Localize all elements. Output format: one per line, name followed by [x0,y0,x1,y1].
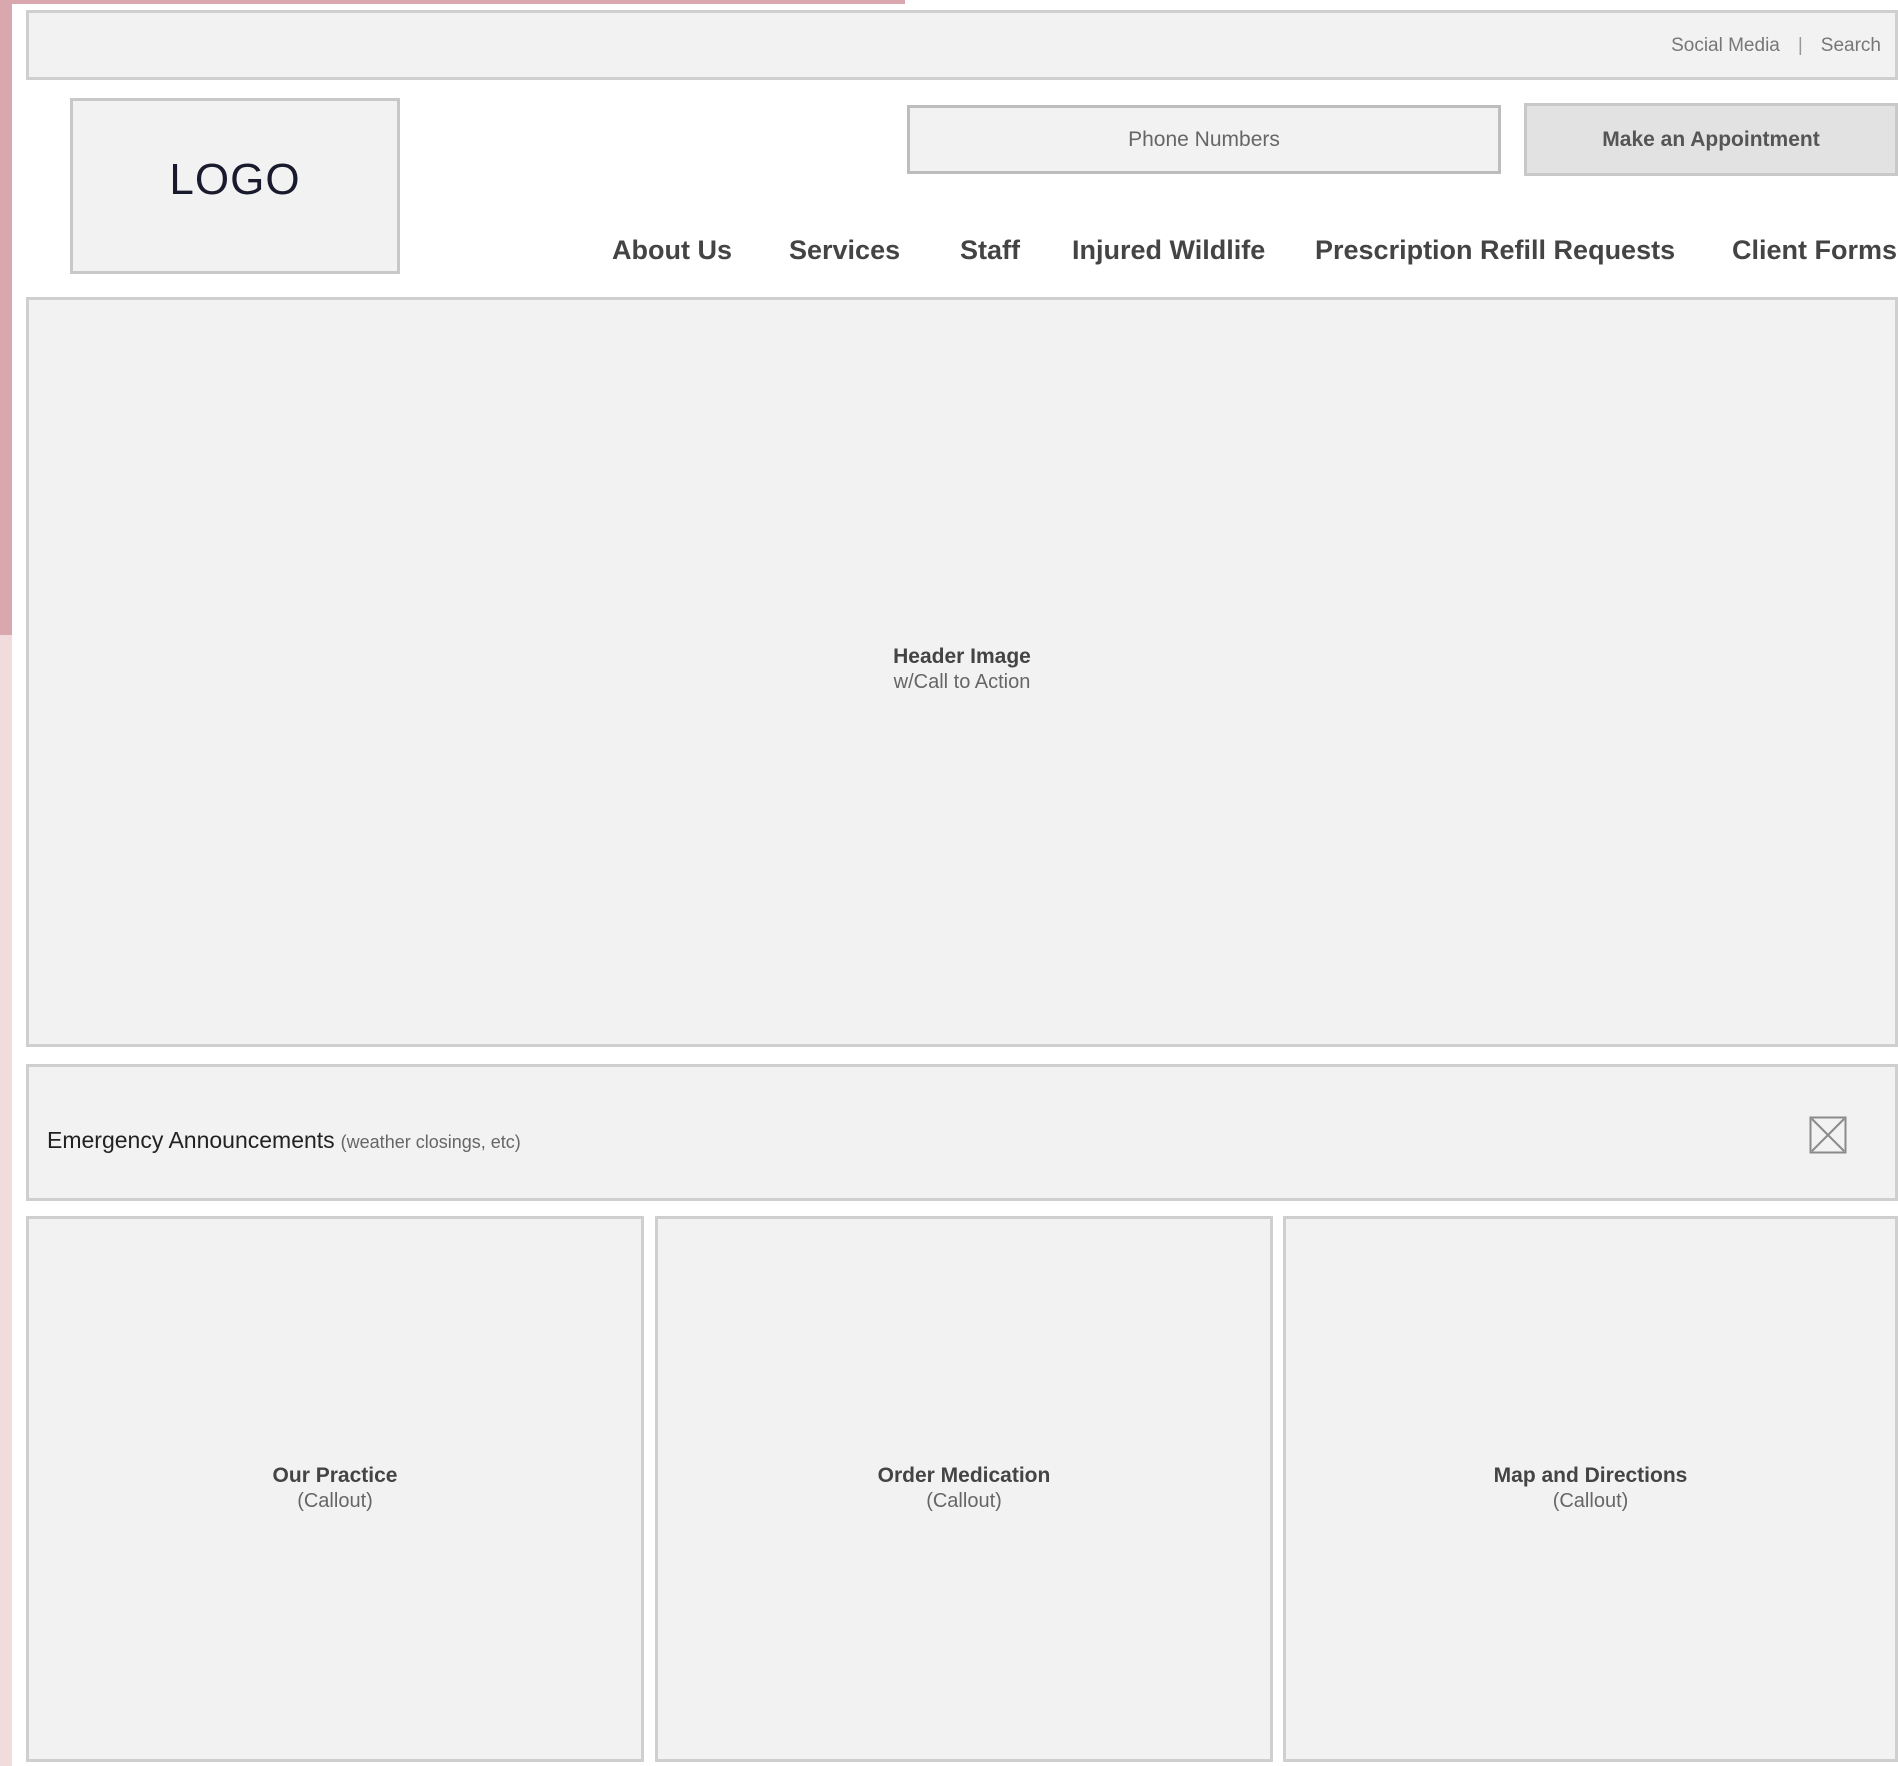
nav-item-about-us[interactable]: About Us [612,235,732,266]
left-edge-strip [0,0,12,635]
search-link[interactable]: Search [1821,35,1881,57]
emergency-announcements-bar: Emergency Announcements (weather closings… [26,1064,1898,1201]
utility-links: Social Media | Search [1671,35,1881,57]
callout-title: Map and Directions [1493,1464,1688,1487]
make-appointment-label: Make an Appointment [1602,128,1820,151]
callout-subtitle: (Callout) [926,1490,1002,1512]
logo-text: LOGO [169,155,301,204]
callout-text: Map and Directions (Callout) [1286,1464,1895,1513]
nav-item-injured-wildlife[interactable]: Injured Wildlife [1072,235,1265,266]
left-edge-strip-light [0,635,12,1766]
callout-title: Order Medication [877,1464,1051,1487]
social-media-link[interactable]: Social Media [1671,35,1780,57]
wireframe-page: Social Media | Search LOGO Phone Numbers… [0,0,1898,1766]
callout-map-and-directions[interactable]: Map and Directions (Callout) [1283,1216,1898,1762]
header-image-placeholder[interactable]: Header Image w/Call to Action [26,297,1898,1047]
callout-text: Our Practice (Callout) [29,1464,641,1513]
close-box-icon[interactable] [1809,1116,1847,1154]
utility-separator: | [1797,35,1803,56]
callout-subtitle: (Callout) [1552,1490,1629,1512]
make-appointment-button[interactable]: Make an Appointment [1524,103,1898,176]
nav-item-services[interactable]: Services [789,235,900,266]
emergency-text: Emergency Announcements (weather closings… [47,1127,521,1154]
header-image-subtitle: w/Call to Action [893,671,1031,693]
emergency-note: (weather closings, etc) [340,1132,521,1152]
callout-subtitle: (Callout) [297,1490,373,1512]
header-image-text: Header Image w/Call to Action [29,645,1895,694]
callout-title: Our Practice [272,1464,398,1487]
logo-placeholder[interactable]: LOGO [70,98,400,274]
utility-bar: Social Media | Search [26,10,1898,80]
emergency-title: Emergency Announcements [47,1127,335,1153]
callout-our-practice[interactable]: Our Practice (Callout) [26,1216,644,1762]
phone-numbers-label: Phone Numbers [1128,128,1280,151]
nav-item-staff[interactable]: Staff [960,235,1020,266]
callout-text: Order Medication (Callout) [658,1464,1270,1513]
nav-item-client-forms[interactable]: Client Forms [1732,235,1897,266]
top-edge-strip [12,0,905,4]
callout-order-medication[interactable]: Order Medication (Callout) [655,1216,1273,1762]
nav-item-prescription-refill[interactable]: Prescription Refill Requests [1315,235,1675,266]
header-image-title: Header Image [893,645,1031,668]
phone-numbers-box: Phone Numbers [907,105,1501,174]
